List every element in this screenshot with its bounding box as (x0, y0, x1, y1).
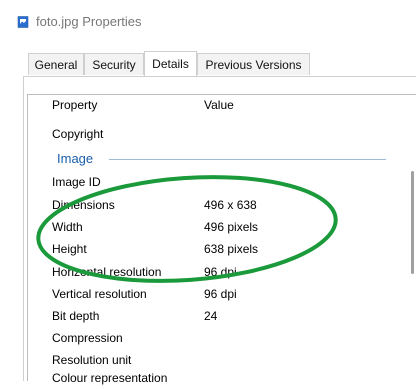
property-name: Colour representation (52, 371, 168, 385)
property-name: Horizontal resolution (52, 265, 162, 279)
list-item[interactable]: Vertical resolution 96 dpi (28, 285, 388, 305)
column-header-value[interactable]: Value (204, 98, 234, 112)
list-item[interactable]: Height 638 pixels (28, 240, 388, 260)
property-name: Bit depth (52, 309, 100, 323)
property-name: Image ID (52, 175, 101, 189)
tab-previous-versions[interactable]: Previous Versions (197, 53, 310, 75)
property-value: 638 pixels (204, 242, 259, 256)
property-name: Vertical resolution (52, 287, 147, 301)
property-name: Copyright (52, 127, 104, 141)
list-item[interactable]: Image ID (28, 173, 388, 193)
property-value: 96 dpi (204, 287, 237, 301)
list-item[interactable]: Resolution unit (28, 351, 388, 371)
property-name: Width (52, 220, 83, 234)
group-label: Image (57, 151, 94, 166)
list-item[interactable]: Horizontal resolution 96 dpi (28, 263, 388, 283)
property-name: Dimensions (52, 198, 115, 212)
window-title: foto.jpg Properties (36, 14, 142, 29)
list-item[interactable]: Copyright (28, 125, 388, 145)
image-file-icon (17, 16, 29, 28)
details-list[interactable]: Property Value Copyright Image Image ID … (27, 94, 416, 385)
tab-general[interactable]: General (28, 53, 84, 75)
title-bar: foto.jpg Properties (0, 0, 416, 44)
list-item[interactable]: Dimensions 496 x 638 (28, 196, 388, 216)
tab-details[interactable]: Details (144, 51, 197, 76)
column-header-property[interactable]: Property (52, 98, 97, 112)
property-name: Resolution unit (52, 353, 132, 367)
property-value: 496 pixels (204, 220, 259, 234)
tab-bar: General Security Details Previous Versio… (0, 51, 416, 76)
list-item[interactable]: Width 496 pixels (28, 218, 388, 238)
property-value: 24 (204, 309, 218, 323)
property-name: Compression (52, 331, 123, 345)
vertical-scrollbar[interactable] (409, 95, 416, 381)
list-item[interactable]: Colour representation (28, 369, 388, 389)
property-name: Height (52, 242, 87, 256)
list-item[interactable]: Bit depth 24 (28, 307, 388, 327)
scrollbar-thumb[interactable] (411, 171, 414, 274)
list-item[interactable]: Compression (28, 329, 388, 349)
group-header-image: Image (28, 151, 388, 171)
property-value: 496 x 638 (204, 198, 257, 212)
tab-security[interactable]: Security (84, 53, 144, 75)
group-divider (109, 159, 386, 160)
property-value: 96 dpi (204, 265, 237, 279)
